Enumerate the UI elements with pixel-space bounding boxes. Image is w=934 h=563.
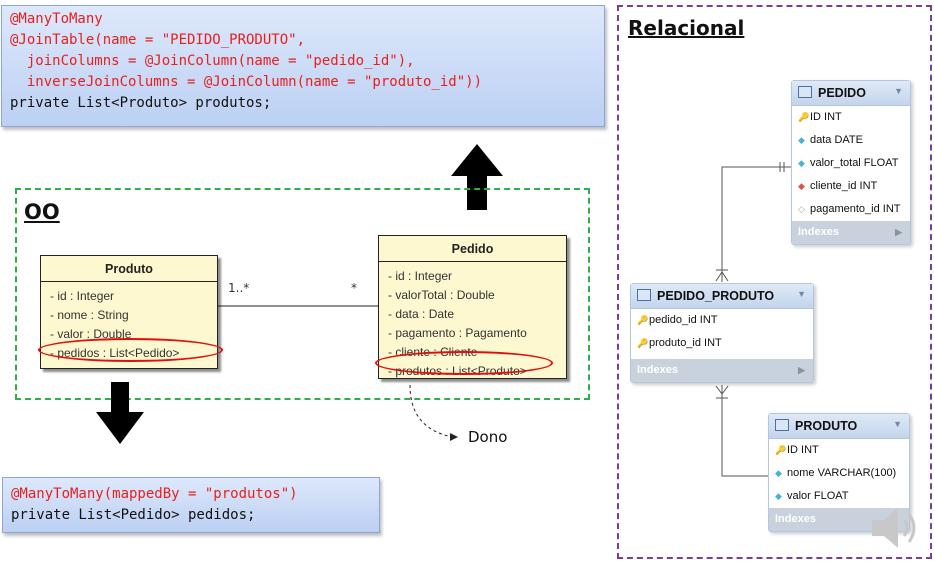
relational-label: Relacional (628, 16, 745, 40)
chevron-right-icon: ▶ (798, 365, 805, 375)
chevron-down-icon: ▼ (893, 419, 902, 429)
db-column: ◆ valor_total FLOAT (798, 157, 899, 169)
chevron-down-icon: ▼ (894, 86, 903, 96)
uml-attribute: - id : Integer (50, 289, 115, 303)
uml-attribute: - id : Integer (388, 269, 453, 283)
db-table-pedido: PEDIDO ▼ 🔑ID INT ◆ data DATE ◆ valor_total … (791, 80, 911, 245)
multiplicity-right: * (351, 281, 357, 295)
db-column: ◆ data DATE (798, 134, 863, 146)
code-line: @ManyToMany(mappedBy = "produtos") (11, 486, 298, 502)
db-column: ◇ pagamento_id INT (798, 203, 901, 215)
db-column: 🔑ID INT (775, 444, 819, 456)
db-column: 🔑produto_id INT (637, 337, 722, 349)
db-table-header: PRODUTO ▼ (769, 414, 909, 439)
multiplicity-left: 1..* (228, 281, 250, 295)
chevron-down-icon: ▼ (797, 289, 806, 299)
db-column: ◆ nome VARCHAR(100) (775, 467, 897, 479)
diamond-icon: ◆ (798, 135, 805, 145)
owner-label: Dono (468, 428, 508, 446)
key-icon: 🔑 (637, 338, 649, 348)
db-indexes-row: Indexes ▶ (631, 359, 813, 382)
db-indexes-row: Indexes ▶ (792, 221, 910, 244)
empty-diamond-icon: ◇ (798, 204, 805, 214)
chevron-right-icon: ▶ (895, 227, 902, 237)
diamond-icon: ◆ (775, 468, 782, 478)
uml-attribute: - nome : String (50, 308, 129, 322)
diamond-icon: ◆ (775, 491, 782, 501)
code-line: private List<Pedido> pedidos; (11, 507, 256, 523)
db-table-header: PEDIDO ▼ (792, 81, 910, 106)
key-icon: 🔑 (775, 445, 787, 455)
table-icon (775, 419, 789, 431)
uml-attribute: - data : Date (388, 307, 455, 321)
arrow-down-icon (96, 382, 144, 444)
speaker-icon[interactable] (868, 502, 924, 554)
db-table-header: PEDIDO_PRODUTO ▼ (631, 284, 813, 309)
uml-attribute: - pagamento : Pagamento (388, 326, 527, 340)
table-icon (798, 86, 812, 98)
key-icon: 🔑 (637, 315, 649, 325)
fk-diamond-icon: ◆ (798, 181, 805, 191)
uml-class-title: Produto (41, 256, 217, 282)
db-table-pedido-produto: PEDIDO_PRODUTO ▼ 🔑pedido_id INT 🔑produto_… (630, 283, 814, 383)
uml-class-title: Pedido (379, 236, 566, 262)
diamond-icon: ◆ (798, 158, 805, 168)
db-column: ◆ cliente_id INT (798, 180, 878, 192)
key-icon: 🔑 (798, 112, 810, 122)
db-column: 🔑ID INT (798, 111, 842, 123)
highlight-circle-produtos (375, 351, 553, 375)
table-icon (637, 289, 651, 301)
highlight-circle-pedidos (38, 338, 223, 362)
db-column: 🔑pedido_id INT (637, 314, 718, 326)
uml-attribute: - valorTotal : Double (388, 288, 495, 302)
code-snippet-mapped-by: @ManyToMany(mappedBy = "produtos") priva… (2, 477, 380, 533)
